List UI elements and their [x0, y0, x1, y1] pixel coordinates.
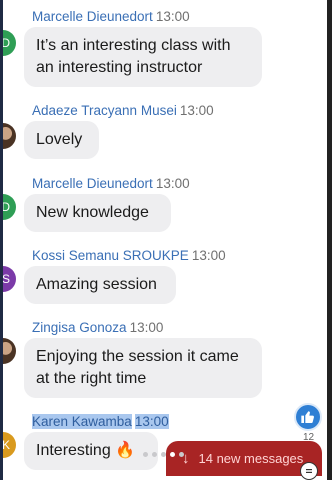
sender-name[interactable]: Karen Kawamba	[32, 414, 132, 429]
message-header: Adaeze Tracyann Musei 13:00	[32, 103, 214, 119]
dot	[152, 452, 157, 457]
message-bubble[interactable]: Amazing session	[24, 266, 176, 304]
sender-name[interactable]: Zingisa Gonoza	[32, 320, 127, 335]
thumbs-up-icon	[301, 411, 314, 423]
new-messages-button[interactable]: ↓ 14 new messages	[166, 441, 322, 476]
sender-name[interactable]: Marcelle Dieunedort	[32, 9, 153, 24]
dot	[161, 452, 166, 457]
new-messages-label: 14 new messages	[198, 451, 304, 466]
message-text: Lovely	[36, 131, 83, 148]
message-text: an interesting instructor	[36, 59, 203, 76]
message-text: Enjoying the session it came	[36, 348, 239, 365]
message-bubble[interactable]: Enjoying the session it came at the righ…	[24, 338, 262, 398]
dot	[143, 452, 148, 457]
message-header: Kossi Semanu SROUKPE 13:00	[32, 248, 226, 264]
message-bubble[interactable]: New knowledge	[24, 194, 171, 232]
message-time: 13:00	[134, 414, 169, 429]
chat-bubble-button[interactable]	[300, 462, 318, 480]
message-time: 13:00	[191, 248, 226, 263]
chat-icon	[306, 469, 312, 473]
message-bubble[interactable]: Lovely	[24, 121, 99, 159]
dot	[170, 452, 175, 457]
sender-name[interactable]: Adaeze Tracyann Musei	[32, 103, 177, 118]
like-button[interactable]	[294, 403, 322, 431]
message-header: Marcelle Dieunedort 13:00	[32, 176, 190, 192]
chat-message: KS Kossi Semanu SROUKPE13:00 Amazing ses…	[0, 248, 300, 308]
message-text: Interesting 🔥	[36, 442, 136, 459]
message-time: 13:00	[129, 320, 164, 335]
sender-name[interactable]: Marcelle Dieunedort	[32, 176, 153, 191]
chat-message: Zingisa Gonoza 13:00 Enjoying the session…	[0, 320, 300, 404]
message-text: Amazing session	[36, 276, 157, 293]
dot	[179, 452, 184, 457]
message-text: at the right time	[36, 370, 147, 387]
message-time: 13:00	[155, 9, 190, 24]
chat-message: ID Marcelle Dieunedort13:00 It’s an inte…	[0, 9, 300, 93]
message-header: Karen Kawamba 13:00	[32, 414, 169, 430]
right-edge	[327, 0, 332, 480]
message-text: It’s an interesting class with	[36, 37, 231, 54]
chat-message: Adaeze Tracyann Musei 13:00 Lovely	[0, 103, 300, 163]
message-bubble[interactable]: Interesting 🔥	[24, 432, 158, 470]
like-count: 12	[303, 432, 315, 443]
message-text: New knowledge	[36, 204, 149, 221]
typing-indicator	[143, 452, 184, 457]
left-edge	[0, 0, 3, 480]
message-header: Zingisa Gonoza 13:00	[32, 320, 163, 336]
message-bubble[interactable]: It’s an interesting class with an intere…	[24, 27, 262, 87]
chat-message: ID Marcelle Dieunedort13:00 New knowledg…	[0, 176, 300, 236]
message-time: 13:00	[179, 103, 214, 118]
message-time: 13:00	[155, 176, 190, 191]
sender-name[interactable]: Kossi Semanu SROUKPE	[32, 248, 189, 263]
message-header: Marcelle Dieunedort 13:00	[32, 9, 190, 25]
